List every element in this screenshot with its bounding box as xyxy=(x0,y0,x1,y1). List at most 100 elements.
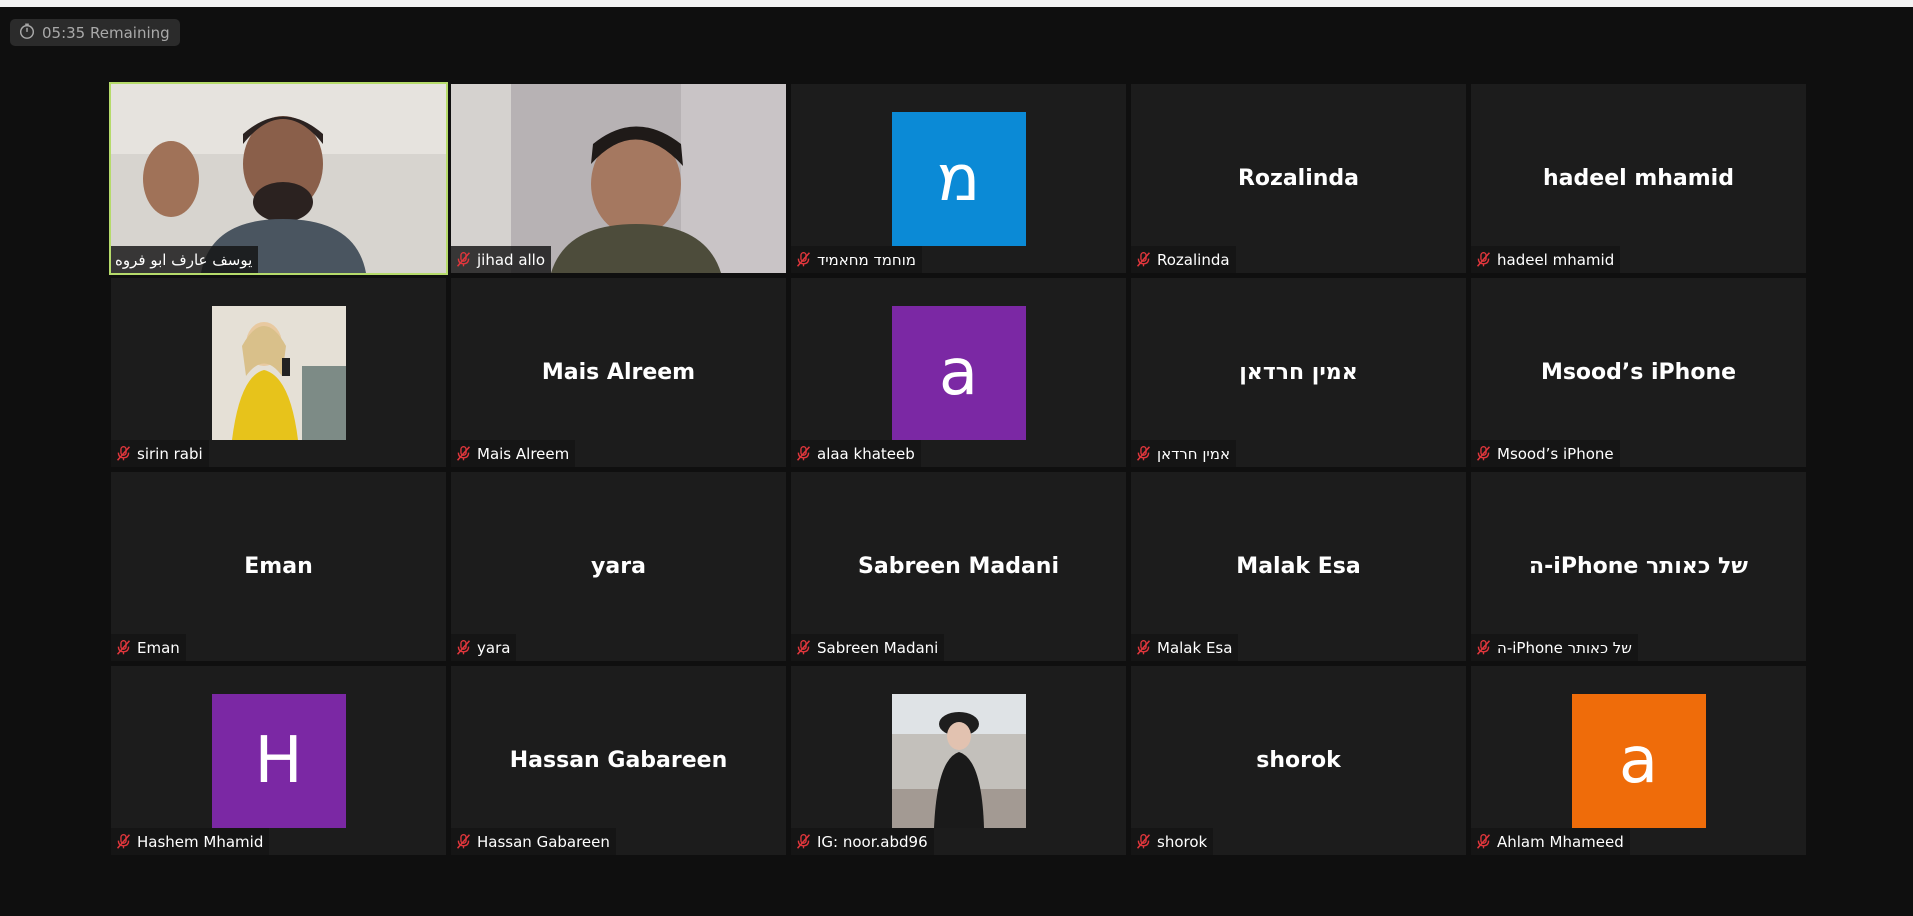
participant-tile[interactable]: Malak Esa Malak Esa xyxy=(1131,472,1466,661)
participant-display-name: Malak Esa xyxy=(1236,554,1361,579)
participant-tile[interactable]: Rozalinda Rozalinda xyxy=(1131,84,1466,273)
participant-name: Hashem Mhamid xyxy=(137,832,264,851)
participant-label: מוחמד מחאמיד xyxy=(791,246,922,273)
participant-name: hadeel mhamid xyxy=(1497,250,1615,269)
muted-mic-icon xyxy=(795,445,812,462)
participant-tile[interactable]: ה-iPhone של כאותר ה-iPhone של כאותר xyxy=(1471,472,1806,661)
participant-label: אמין חרדאן xyxy=(1131,440,1236,467)
participant-name: Msood’s iPhone xyxy=(1497,444,1614,463)
muted-mic-icon xyxy=(1135,833,1152,850)
participant-tile[interactable]: H Hashem Mhamid xyxy=(111,666,446,855)
participant-display-name: Msood’s iPhone xyxy=(1540,360,1737,385)
participant-tile[interactable]: Hassan Gabareen Hassan Gabareen xyxy=(451,666,786,855)
muted-mic-icon xyxy=(455,833,472,850)
participant-photo xyxy=(891,693,1026,828)
participant-display-name: אמין חרדאן xyxy=(1239,360,1358,385)
participant-avatar: H xyxy=(211,693,346,828)
participant-label: Eman xyxy=(111,634,186,661)
participant-label: ה-iPhone של כאותר xyxy=(1471,634,1638,661)
participant-display-name: yara xyxy=(591,554,646,579)
participant-tile[interactable]: Sabreen Madani Sabreen Madani xyxy=(791,472,1126,661)
participant-label: IG: noor.abd96 xyxy=(791,828,934,855)
participant-name: Rozalinda xyxy=(1157,250,1230,269)
participant-display-name: Eman xyxy=(244,554,313,579)
participant-name: shorok xyxy=(1157,832,1208,851)
participant-name: sirin rabi xyxy=(137,444,203,463)
participant-display-name: Rozalinda xyxy=(1237,166,1360,191)
participant-label: يوسف عارف ابو فروه xyxy=(111,246,259,273)
participant-tile[interactable]: yara yara xyxy=(451,472,786,661)
participant-name: Malak Esa xyxy=(1157,638,1233,657)
muted-mic-icon xyxy=(455,251,472,268)
participant-name: alaa khateeb xyxy=(817,444,915,463)
participant-tile[interactable]: Mais Alreem Mais Alreem xyxy=(451,278,786,467)
participant-tile[interactable]: Eman Eman xyxy=(111,472,446,661)
participant-name: אמין חרדאן xyxy=(1157,444,1230,463)
muted-mic-icon xyxy=(455,639,472,656)
participant-tile[interactable]: a alaa khateeb xyxy=(791,278,1126,467)
participant-tile[interactable]: يوسف عارف ابو فروه xyxy=(109,82,448,275)
muted-mic-icon xyxy=(1475,639,1492,656)
participant-label: Sabreen Madani xyxy=(791,634,945,661)
participant-display-name: Hassan Gabareen xyxy=(509,748,728,773)
participant-label: alaa khateeb xyxy=(791,440,921,467)
muted-mic-icon xyxy=(1475,251,1492,268)
participant-label: Msood’s iPhone xyxy=(1471,440,1620,467)
participant-name: jihad allo xyxy=(477,250,546,269)
participant-tile[interactable]: hadeel mhamid hadeel mhamid xyxy=(1471,84,1806,273)
participant-tile[interactable]: מ מוחמד מחאמיד xyxy=(791,84,1126,273)
participant-name: Hassan Gabareen xyxy=(477,832,610,851)
participant-display-name: ה-iPhone של כאותר xyxy=(1529,554,1748,579)
participant-display-name: shorok xyxy=(1256,748,1341,773)
participant-display-name: hadeel mhamid xyxy=(1543,166,1734,191)
muted-mic-icon xyxy=(1135,445,1152,462)
participant-name: IG: noor.abd96 xyxy=(817,832,928,851)
timer-text: 05:35 Remaining xyxy=(42,23,170,42)
participant-tile[interactable]: אמין חרדאן אמין חרדאן xyxy=(1131,278,1466,467)
muted-mic-icon xyxy=(1135,251,1152,268)
participant-label: yara xyxy=(451,634,517,661)
participant-label: Hassan Gabareen xyxy=(451,828,616,855)
muted-mic-icon xyxy=(455,445,472,462)
participant-label: jihad allo xyxy=(451,246,552,273)
muted-mic-icon xyxy=(795,833,812,850)
meeting-timer: 05:35 Remaining xyxy=(10,19,180,46)
participant-name: Ahlam Mhameed xyxy=(1497,832,1624,851)
participant-tile[interactable]: a Ahlam Mhameed xyxy=(1471,666,1806,855)
top-bar xyxy=(0,0,1913,7)
muted-mic-icon xyxy=(115,445,132,462)
participant-avatar: מ xyxy=(891,111,1026,246)
participant-tile[interactable]: sirin rabi xyxy=(111,278,446,467)
muted-mic-icon xyxy=(1135,639,1152,656)
participant-photo xyxy=(211,305,346,440)
video-gallery: يوسف عارف ابو فروه jihad allo מ מוחמד מח… xyxy=(109,82,1809,857)
participant-name: Mais Alreem xyxy=(477,444,570,463)
participant-label: Mais Alreem xyxy=(451,440,576,467)
stopwatch-icon xyxy=(18,22,36,44)
muted-mic-icon xyxy=(795,639,812,656)
participant-name: מוחמד מחאמיד xyxy=(817,250,916,269)
participant-tile[interactable]: Msood’s iPhone Msood’s iPhone xyxy=(1471,278,1806,467)
muted-mic-icon xyxy=(795,251,812,268)
participant-avatar: a xyxy=(1571,693,1706,828)
participant-name: يوسف عارف ابو فروه xyxy=(115,250,253,269)
participant-display-name: Mais Alreem xyxy=(541,360,696,385)
muted-mic-icon xyxy=(115,639,132,656)
participant-label: Malak Esa xyxy=(1131,634,1239,661)
participant-name: ה-iPhone של כאותר xyxy=(1497,638,1632,657)
participant-avatar: a xyxy=(891,305,1026,440)
participant-name: yara xyxy=(477,638,511,657)
muted-mic-icon xyxy=(115,833,132,850)
participant-tile[interactable]: shorok shorok xyxy=(1131,666,1466,855)
participant-label: Hashem Mhamid xyxy=(111,828,270,855)
participant-tile[interactable]: IG: noor.abd96 xyxy=(791,666,1126,855)
participant-label: hadeel mhamid xyxy=(1471,246,1621,273)
muted-mic-icon xyxy=(1475,445,1492,462)
participant-tile[interactable]: jihad allo xyxy=(451,84,786,273)
participant-display-name: Sabreen Madani xyxy=(858,554,1059,579)
participant-label: shorok xyxy=(1131,828,1214,855)
participant-video xyxy=(111,84,446,273)
participant-label: Ahlam Mhameed xyxy=(1471,828,1630,855)
muted-mic-icon xyxy=(1475,833,1492,850)
participant-label: sirin rabi xyxy=(111,440,209,467)
